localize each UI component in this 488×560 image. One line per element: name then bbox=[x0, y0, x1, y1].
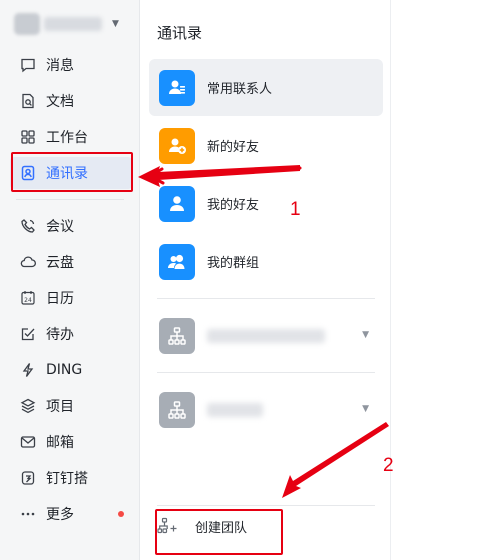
annotation-label-2: 2 bbox=[383, 455, 394, 476]
sidebar-item-label: 文档 bbox=[46, 94, 74, 110]
sidebar-item-label: 钉钉搭 bbox=[46, 471, 88, 487]
organization-icon bbox=[159, 392, 195, 428]
team-name-blurred bbox=[207, 403, 263, 417]
create-team-icon bbox=[157, 516, 179, 536]
sidebar-item-label: 待办 bbox=[46, 327, 74, 343]
contact-item-new-friends[interactable]: 新的好友 bbox=[149, 117, 383, 174]
sidebar-item-contacts[interactable]: 通讯录 bbox=[0, 155, 140, 191]
organization-icon bbox=[159, 318, 195, 354]
sidebar-item-label: 更多 bbox=[46, 507, 74, 523]
my-friends-icon bbox=[159, 185, 195, 222]
project-icon bbox=[18, 396, 38, 416]
lightning-icon bbox=[18, 360, 38, 380]
sidebar-item-cloud-drive[interactable]: 云盘 bbox=[0, 244, 140, 280]
message-icon bbox=[18, 55, 38, 75]
contact-item-label: 新的好友 bbox=[207, 140, 260, 155]
sidebar-item-calendar[interactable]: 24 日历 bbox=[0, 280, 140, 316]
calendar-icon: 24 bbox=[18, 288, 38, 308]
sidebar-item-workbench[interactable]: 工作台 bbox=[0, 119, 140, 155]
new-friend-icon bbox=[159, 127, 195, 164]
contacts-icon bbox=[18, 163, 38, 183]
content-area bbox=[392, 0, 488, 560]
sidebar-item-documents[interactable]: 文档 bbox=[0, 83, 140, 119]
team-item[interactable]: ▼ bbox=[149, 382, 383, 438]
page-title: 通讯录 bbox=[157, 24, 203, 42]
contact-item-my-groups[interactable]: 我的群组 bbox=[149, 233, 383, 290]
todo-icon bbox=[18, 324, 38, 344]
sidebar-item-mail[interactable]: 邮箱 bbox=[0, 424, 140, 460]
chevron-down-icon[interactable]: ▼ bbox=[112, 19, 119, 29]
contact-item-label: 我的群组 bbox=[207, 256, 260, 271]
profile-switcher[interactable]: ▼ bbox=[14, 13, 119, 35]
cloud-icon bbox=[18, 252, 38, 272]
more-icon bbox=[18, 504, 38, 524]
app-builder-icon bbox=[18, 468, 38, 488]
contact-item-label: 常用联系人 bbox=[207, 82, 273, 97]
sidebar-item-meeting[interactable]: 会议 bbox=[0, 208, 140, 244]
sidebar-item-todo[interactable]: 待办 bbox=[0, 316, 140, 352]
contacts-panel: 通讯录 常用联系人 新的好友 我的好友 我的群组 ▼ ▼ 创建团队 bbox=[141, 0, 391, 560]
sidebar-item-ding[interactable]: DING bbox=[0, 352, 140, 388]
contact-item-label: 我的好友 bbox=[207, 198, 260, 213]
sidebar-item-label: 会议 bbox=[46, 219, 74, 235]
sidebar-item-label: 项目 bbox=[46, 399, 74, 415]
sidebar-item-label: 消息 bbox=[46, 58, 74, 74]
team-name-blurred bbox=[207, 329, 325, 343]
sidebar-item-messages[interactable]: 消息 bbox=[0, 47, 140, 83]
sidebar-item-app-builder[interactable]: 钉钉搭 bbox=[0, 460, 140, 496]
avatar[interactable] bbox=[14, 13, 40, 35]
sidebar-item-label: 云盘 bbox=[46, 255, 74, 271]
chevron-down-icon[interactable]: ▼ bbox=[362, 330, 369, 340]
sidebar-divider bbox=[16, 199, 124, 200]
contact-item-my-friends[interactable]: 我的好友 bbox=[149, 175, 383, 232]
annotation-label-1: 1 bbox=[290, 199, 301, 220]
phone-icon bbox=[18, 216, 38, 236]
mail-icon bbox=[18, 432, 38, 452]
frequent-contacts-icon bbox=[159, 69, 195, 106]
sidebar-item-label: DING bbox=[46, 362, 83, 378]
divider bbox=[157, 372, 375, 373]
document-icon bbox=[18, 91, 38, 111]
app-window: ▼ 消息 文档 工作台 通讯录 会议 云盘 24 日历 待办 DING 项目 邮… bbox=[0, 0, 488, 560]
sidebar-nav: 消息 文档 工作台 通讯录 会议 云盘 24 日历 待办 DING 项目 邮箱 … bbox=[0, 47, 140, 532]
sidebar-item-label: 邮箱 bbox=[46, 435, 74, 451]
my-groups-icon bbox=[159, 243, 195, 280]
sidebar-item-label: 通讯录 bbox=[46, 166, 88, 182]
divider bbox=[157, 298, 375, 299]
chevron-down-icon[interactable]: ▼ bbox=[362, 404, 369, 414]
sidebar-item-label: 日历 bbox=[46, 291, 74, 307]
contact-item-frequent[interactable]: 常用联系人 bbox=[149, 59, 383, 116]
sidebar-item-more[interactable]: 更多 bbox=[0, 496, 140, 532]
divider bbox=[157, 505, 375, 506]
sidebar-item-label: 工作台 bbox=[46, 130, 88, 146]
sidebar: ▼ 消息 文档 工作台 通讯录 会议 云盘 24 日历 待办 DING 项目 邮… bbox=[0, 0, 140, 560]
create-team-button[interactable]: 创建团队 bbox=[157, 516, 247, 536]
sidebar-item-project[interactable]: 项目 bbox=[0, 388, 140, 424]
create-team-label: 创建团队 bbox=[195, 520, 248, 536]
svg-text:24: 24 bbox=[24, 297, 32, 304]
team-item[interactable]: ▼ bbox=[149, 308, 383, 364]
workbench-icon bbox=[18, 127, 38, 147]
notification-dot bbox=[118, 511, 124, 517]
org-name-blurred bbox=[44, 17, 102, 31]
